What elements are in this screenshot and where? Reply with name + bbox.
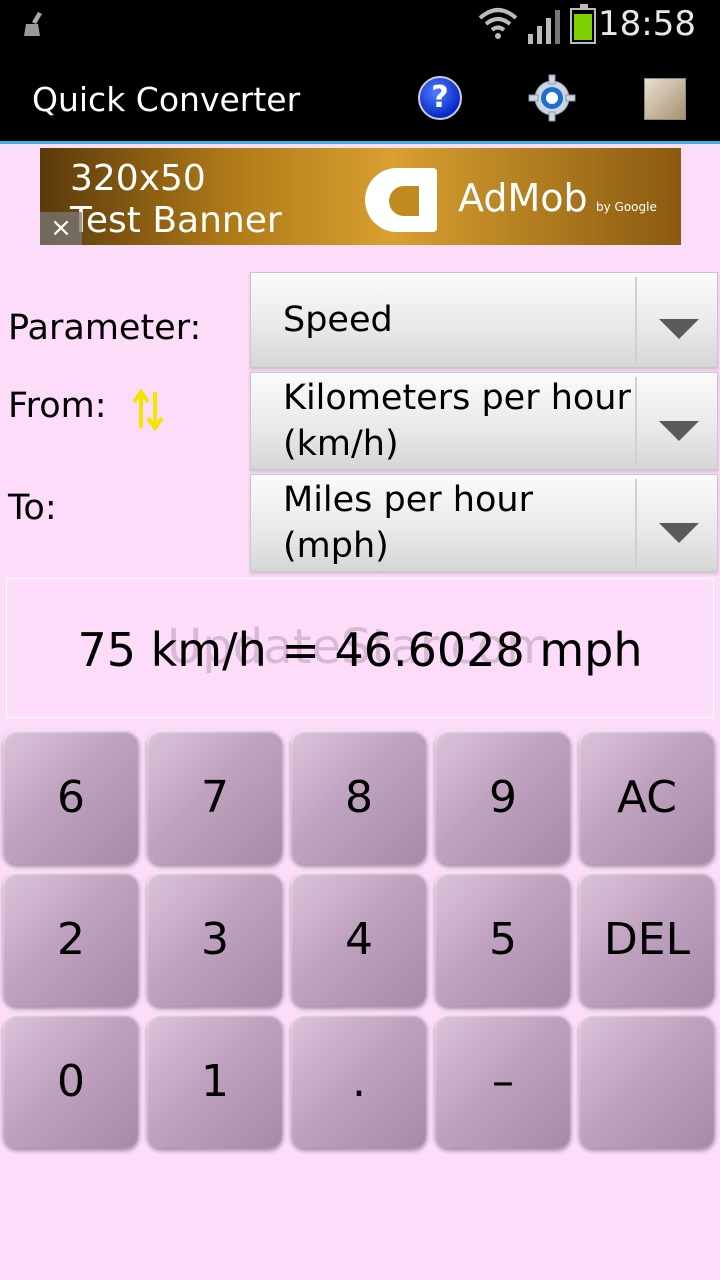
to-unit-value: Miles per hour (mph) (283, 480, 533, 566)
parameter-dropdown[interactable]: Speed (250, 272, 718, 368)
key-1[interactable]: 1 (147, 1014, 283, 1148)
action-bar: Quick Converter ? (0, 50, 720, 144)
from-label: From: (8, 386, 107, 426)
key-6[interactable]: 6 (3, 730, 139, 864)
status-bar: 18:58 (0, 0, 720, 50)
to-unit-dropdown[interactable]: Miles per hour (mph) (250, 474, 718, 572)
result-text: 75 km/h = 46.6028 mph (77, 623, 643, 677)
key-9[interactable]: 9 (435, 730, 571, 864)
key-2[interactable]: 2 (3, 872, 139, 1006)
key-blank[interactable] (579, 1014, 715, 1148)
key-ac[interactable]: AC (579, 730, 715, 864)
gear-icon[interactable] (528, 74, 576, 122)
broom-icon (24, 12, 42, 36)
result-display: UpdateStar.com 75 km/h = 46.6028 mph (6, 578, 714, 718)
swap-arrows-icon[interactable] (132, 388, 164, 432)
from-unit-dropdown[interactable]: Kilometers per hour (km/h) (250, 372, 718, 470)
signal-icon (528, 10, 560, 44)
key-decimal[interactable]: . (291, 1014, 427, 1148)
from-unit-value: Kilometers per hour (km/h) (283, 378, 631, 464)
ad-banner[interactable]: 320x50 Test Banner AdMob by Google × (40, 148, 681, 245)
parameter-value: Speed (283, 300, 393, 340)
app-title: Quick Converter (32, 80, 301, 119)
squirrel-icon[interactable] (644, 78, 686, 120)
chevron-down-icon (659, 319, 699, 339)
wifi-icon (478, 8, 518, 39)
key-0[interactable]: 0 (3, 1014, 139, 1148)
chevron-down-icon (659, 421, 699, 441)
ad-by-google: by Google (596, 200, 657, 214)
key-del[interactable]: DEL (579, 872, 715, 1006)
key-4[interactable]: 4 (291, 872, 427, 1006)
ad-close-button[interactable]: × (40, 212, 82, 245)
parameter-label: Parameter: (8, 308, 202, 348)
ad-size-label: 320x50 (70, 158, 206, 199)
key-minus[interactable]: – (435, 1014, 571, 1148)
ad-test-label: Test Banner (70, 200, 282, 241)
help-icon[interactable]: ? (418, 76, 462, 120)
battery-icon (570, 4, 596, 44)
clock: 18:58 (598, 4, 696, 44)
admob-logo-icon (365, 168, 437, 232)
key-8[interactable]: 8 (291, 730, 427, 864)
to-label: To: (8, 488, 57, 528)
ad-brand: AdMob (458, 176, 588, 220)
key-3[interactable]: 3 (147, 872, 283, 1006)
key-7[interactable]: 7 (147, 730, 283, 864)
key-5[interactable]: 5 (435, 872, 571, 1006)
chevron-down-icon (659, 523, 699, 543)
